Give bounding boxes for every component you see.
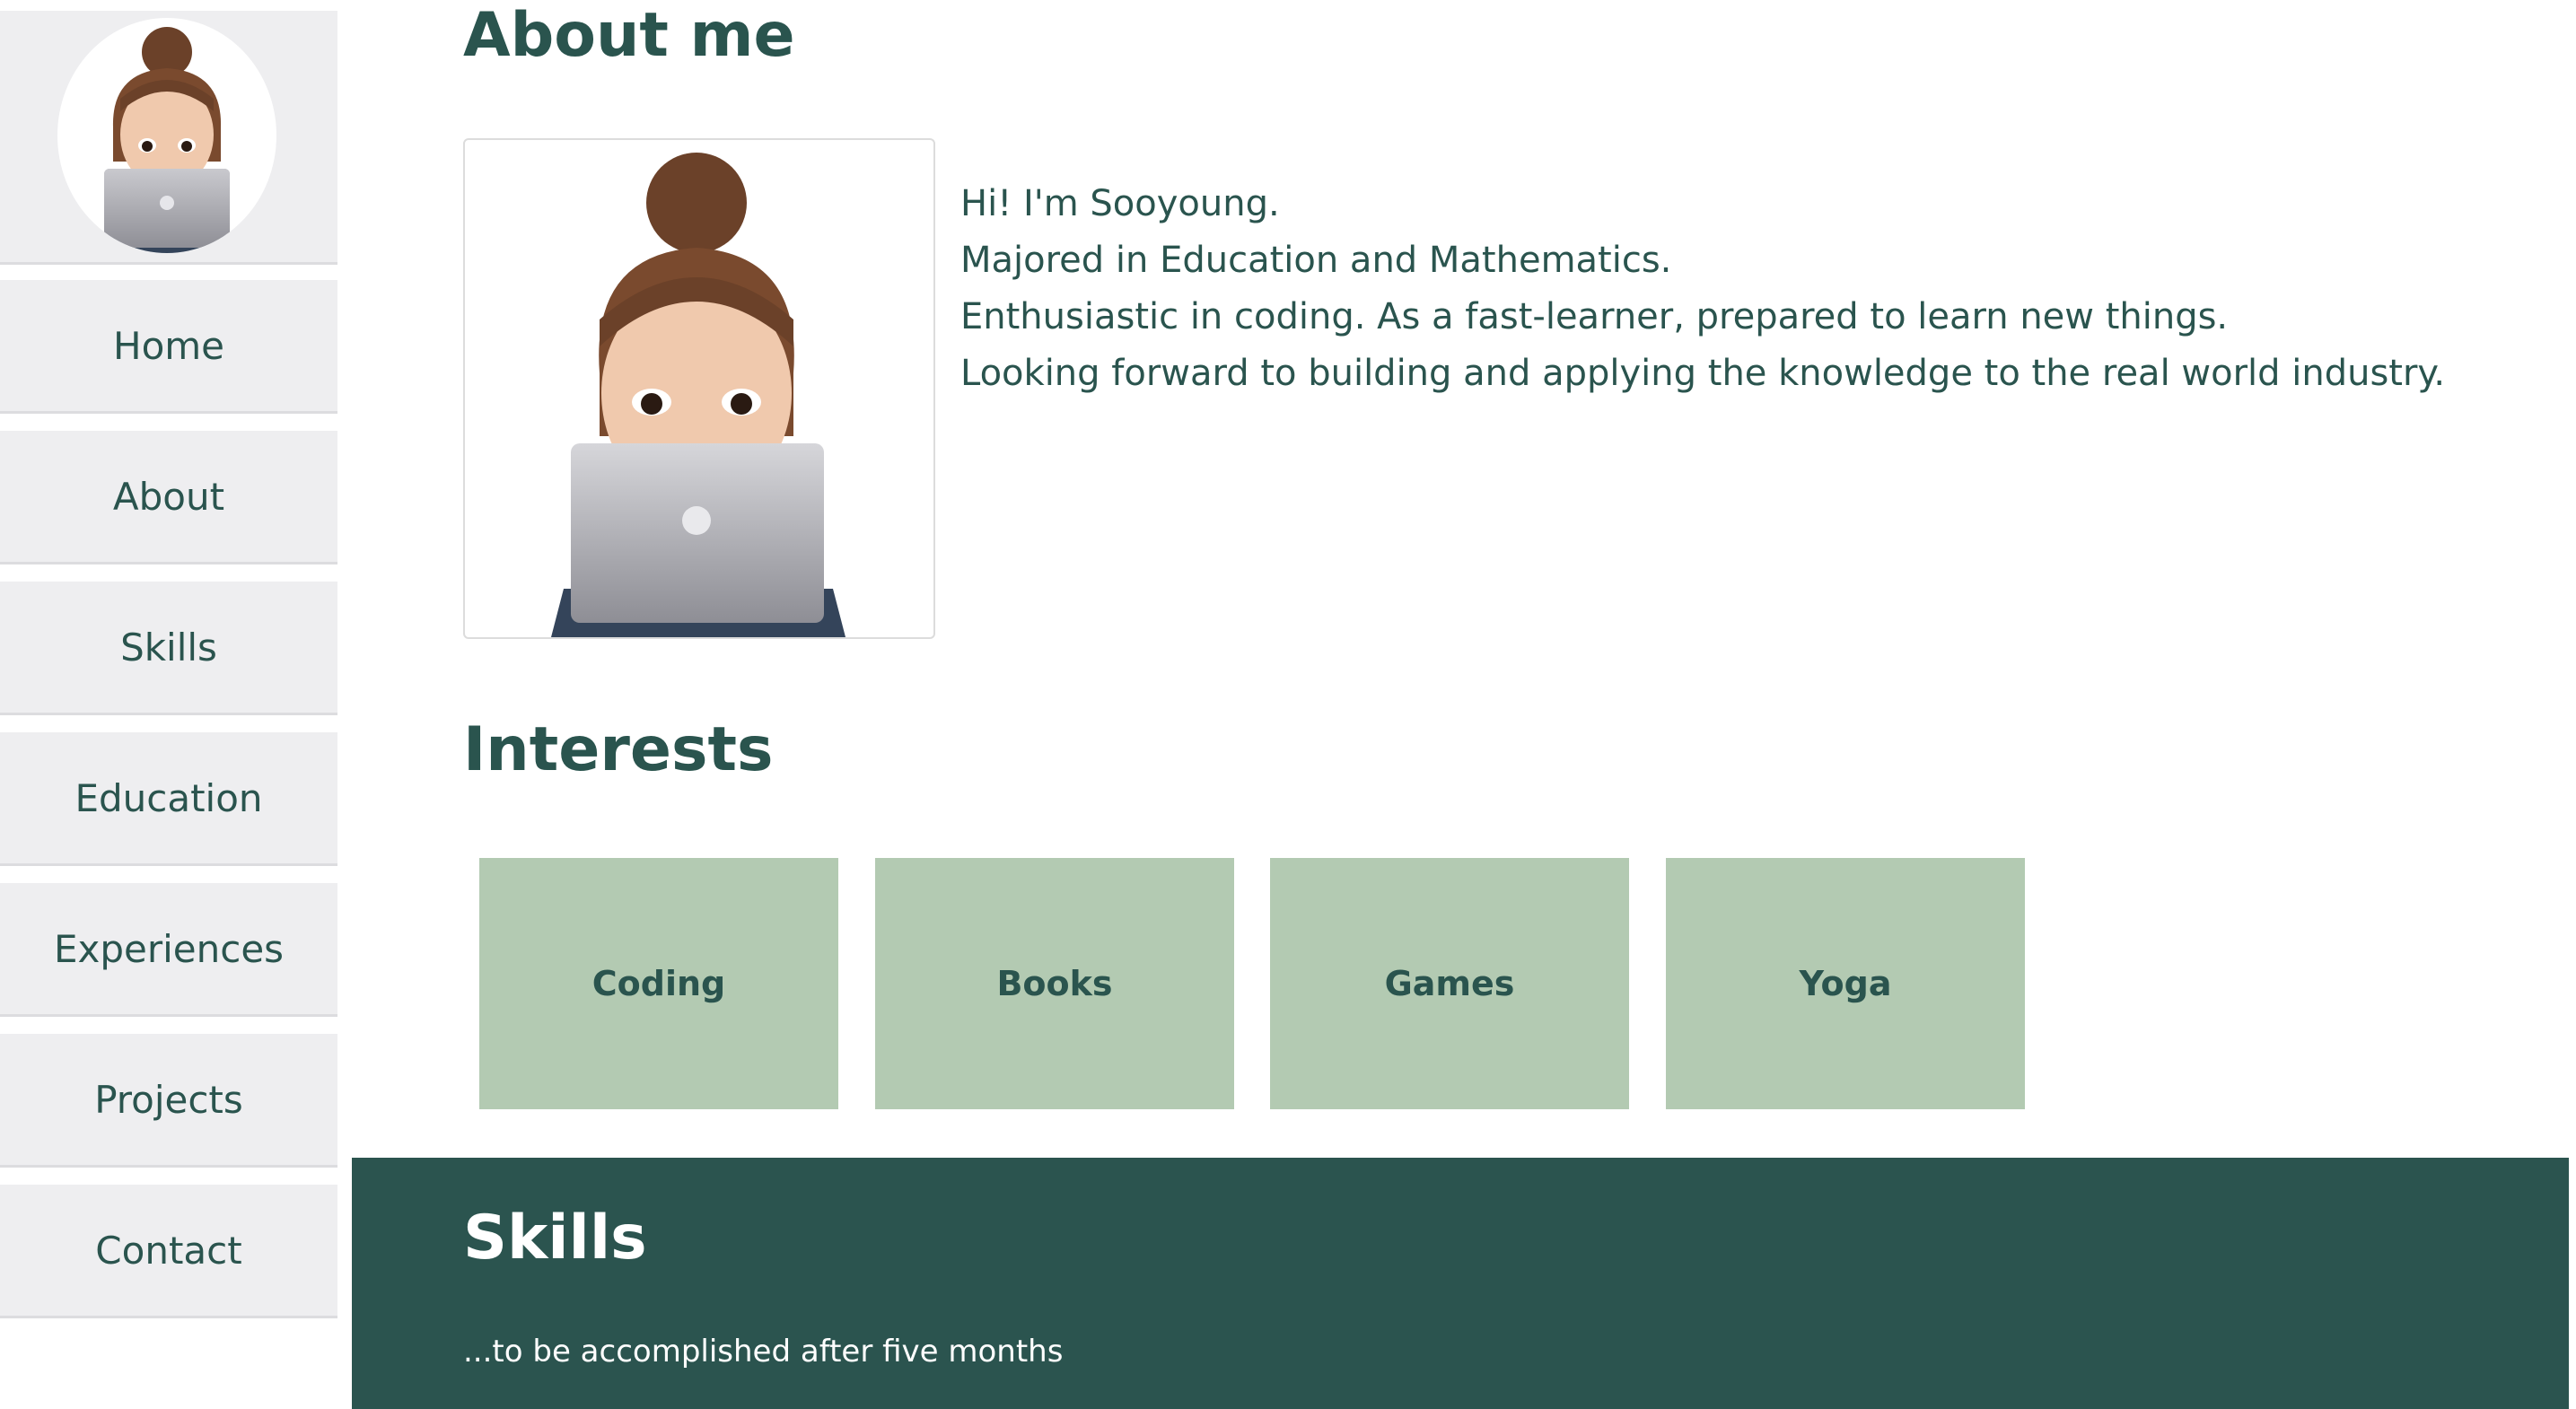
skills-section: Skills ...to be accomplished after five … <box>352 1158 2569 1409</box>
profile-photo <box>463 138 935 639</box>
memoji-laptop-icon <box>102 27 232 253</box>
nav-projects[interactable]: Projects <box>0 1034 337 1168</box>
interest-card-coding[interactable]: Coding <box>479 858 838 1109</box>
skills-title: Skills <box>463 1203 647 1273</box>
bio-line: Enthusiastic in coding. As a fast-learne… <box>960 296 2229 337</box>
about-title: About me <box>463 0 795 71</box>
nav-contact[interactable]: Contact <box>0 1185 337 1318</box>
avatar <box>57 18 276 253</box>
memoji-laptop-icon <box>551 153 846 637</box>
nav-experiences[interactable]: Experiences <box>0 883 337 1017</box>
interests-title: Interests <box>463 714 774 785</box>
nav-home[interactable]: Home <box>0 280 337 414</box>
interest-card-games[interactable]: Games <box>1270 858 1629 1109</box>
bio-line: Majored in Education and Mathematics. <box>960 240 1672 281</box>
nav-education[interactable]: Education <box>0 732 337 866</box>
interest-card-yoga[interactable]: Yoga <box>1666 858 2025 1109</box>
avatar-panel <box>0 11 337 265</box>
interest-card-books[interactable]: Books <box>875 858 1234 1109</box>
nav-about[interactable]: About <box>0 431 337 564</box>
sidebar: Home About Skills Education Experiences … <box>0 0 337 1409</box>
bio-line: Looking forward to building and applying… <box>960 353 2446 394</box>
nav-skills[interactable]: Skills <box>0 582 337 715</box>
bio-line: Hi! I'm Sooyoung. <box>960 183 1280 224</box>
skills-subtitle: ...to be accomplished after five months <box>463 1334 1064 1370</box>
bio-text: Hi! I'm Sooyoung. Majored in Education a… <box>960 176 2445 402</box>
